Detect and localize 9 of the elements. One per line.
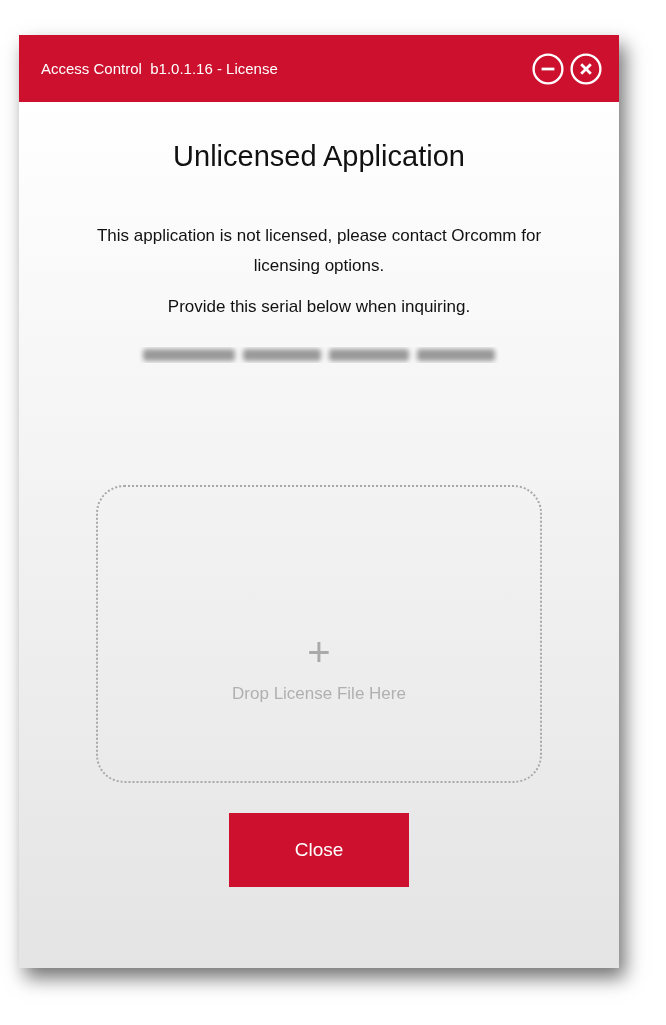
serial-instruction: Provide this serial below when inquiring. bbox=[167, 297, 471, 317]
license-message: This application is not licensed, please contact Orcomm for licensing options. bbox=[95, 225, 543, 277]
window-title: Access Control b1.0.1.16 - License bbox=[41, 60, 278, 77]
drop-zone-label: Drop License File Here bbox=[232, 684, 406, 704]
plus-icon: + bbox=[307, 632, 331, 672]
close-icon[interactable] bbox=[570, 52, 602, 85]
dialog-heading: Unlicensed Application bbox=[173, 140, 465, 173]
minimize-icon[interactable] bbox=[532, 52, 564, 85]
close-button[interactable]: Close bbox=[229, 813, 409, 887]
